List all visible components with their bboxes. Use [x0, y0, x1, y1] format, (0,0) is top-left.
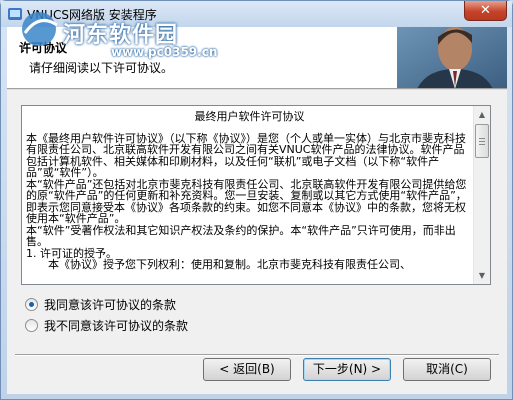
license-paragraph: 本《协议》授予您下列权利：使用和复制。北京市斐克科技有限责任公司、 [48, 258, 411, 271]
wizard-content: 最终用户软件许可协议 本《最终用户软件许可协议》（以下称《协议》）是您（个人或单… [7, 90, 507, 394]
decline-label[interactable]: 我不同意该许可协议的条款 [44, 317, 188, 334]
window-title: VNUCS网络版 安装程序 [27, 8, 157, 22]
header-person-photo [397, 27, 507, 88]
license-paragraph: 本“软件产品”还包括对北京市斐克科技有限责任公司、北京联高软件开发有限公司提供给… [26, 177, 467, 225]
accept-label[interactable]: 我同意该许可协议的条款 [44, 296, 176, 313]
button-divider [15, 354, 499, 356]
next-button[interactable]: 下一步(N) > [303, 358, 391, 381]
license-scrollbar[interactable]: ▲ ▼ [473, 106, 490, 284]
cancel-button[interactable]: 取消(C) [403, 358, 491, 381]
license-text-box[interactable]: 最终用户软件许可协议 本《最终用户软件许可协议》（以下称《协议》）是您（个人或单… [21, 105, 491, 285]
license-paragraph: 本“软件”受著作权法和其它知识产权法及条约的保护。本“软件产品”只许可使用，而非… [26, 223, 456, 248]
accept-option[interactable]: 我同意该许可协议的条款 [25, 296, 176, 313]
accept-radio[interactable] [25, 298, 38, 311]
license-text: 最终用户软件许可协议 本《最终用户软件许可协议》（以下称《协议》）是您（个人或单… [26, 109, 473, 281]
back-button[interactable]: < 返回(B) [203, 358, 291, 381]
installer-window: VNUCS网络版 安装程序 ✕ 许可协议 请仔细阅读以下许可协议。 河东软件园 [0, 0, 513, 400]
decline-option[interactable]: 我不同意该许可协议的条款 [25, 317, 188, 334]
installer-app-icon [8, 8, 22, 20]
decline-radio[interactable] [25, 319, 38, 332]
scroll-down-arrow-icon[interactable]: ▼ [474, 267, 490, 284]
page-title: 许可协议 [19, 41, 68, 55]
scroll-up-arrow-icon[interactable]: ▲ [474, 106, 490, 123]
title-bar: VNUCS网络版 安装程序 ✕ [1, 1, 512, 27]
license-paragraph: 本《最终用户软件许可协议》（以下称《协议》）是您（个人或单一实体）与北京市斐克科… [26, 131, 466, 179]
page-subtitle: 请仔细阅读以下许可协议。 [29, 61, 174, 75]
close-button[interactable]: ✕ [464, 1, 507, 21]
license-title: 最终用户软件许可协议 [194, 110, 305, 123]
scroll-thumb[interactable] [475, 124, 489, 158]
wizard-header: 许可协议 请仔细阅读以下许可协议。 [7, 27, 507, 89]
